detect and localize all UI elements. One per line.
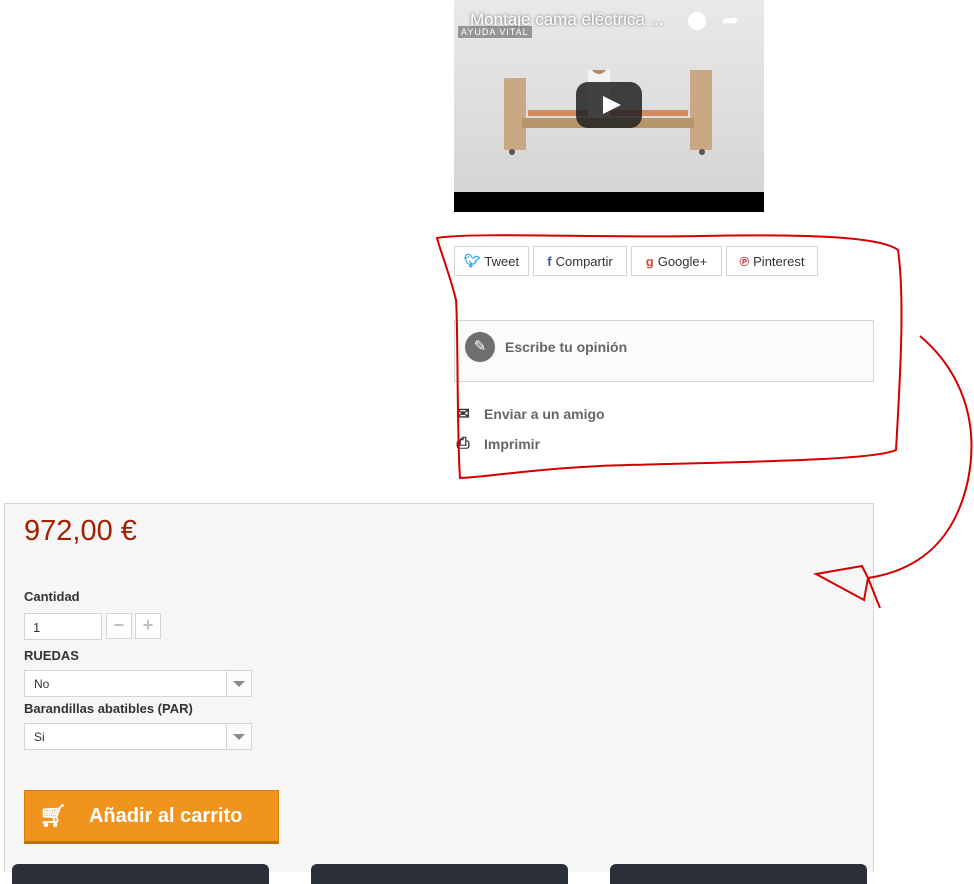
barandillas-select[interactable]: Si <box>24 723 252 750</box>
product-price: 972,00 € <box>24 515 137 547</box>
print-label: Imprimir <box>484 436 541 452</box>
thumbnail-3[interactable] <box>610 864 867 884</box>
quantity-increase-button[interactable]: + <box>135 613 161 639</box>
channel-logo: AYUDA VITAL <box>458 26 532 38</box>
quantity-decrease-button[interactable]: − <box>106 613 132 639</box>
thumbnail-1[interactable] <box>12 864 269 884</box>
ruedas-selected-value: No <box>34 677 50 691</box>
barandillas-label: Barandillas abatibles (PAR) <box>24 701 193 716</box>
quantity-label: Cantidad <box>24 589 80 604</box>
tweet-label: Tweet <box>484 253 520 269</box>
facebook-icon: f <box>547 253 552 269</box>
print-link[interactable]: ⎙ Imprimir <box>454 434 540 454</box>
ruedas-select[interactable]: No <box>24 670 252 697</box>
share-arrow-icon[interactable]: ➦ <box>722 8 739 33</box>
cart-icon: 🛒︎ <box>39 803 67 828</box>
watch-later-icon[interactable] <box>688 12 706 30</box>
send-to-friend-label: Enviar a un amigo <box>484 406 605 422</box>
barandillas-selected-value: Si <box>34 730 45 744</box>
write-review-button[interactable]: ✎ Escribe tu opinión <box>454 320 874 382</box>
video-player[interactable]: Montaje cama eléctrica ... AYUDA VITAL ➦ <box>454 0 764 212</box>
write-review-label: Escribe tu opinión <box>505 339 628 355</box>
chevron-down-icon[interactable] <box>226 724 251 749</box>
pencil-icon: ✎ <box>465 332 495 362</box>
pinterest-label: Pinterest <box>753 253 805 269</box>
thumbnail-2[interactable] <box>311 864 568 884</box>
compartir-label: Compartir <box>555 253 613 269</box>
pinterest-icon: ℗ <box>739 253 750 269</box>
google-plus-button[interactable]: g Google+ <box>631 246 722 276</box>
play-button[interactable] <box>576 82 642 128</box>
google-plus-icon: g <box>645 253 654 269</box>
send-to-friend-link[interactable]: ✉ Enviar a un amigo <box>454 404 605 424</box>
pinterest-button[interactable]: ℗ Pinterest <box>726 246 818 276</box>
tweet-button[interactable]: 🐦︎ Tweet <box>454 246 529 276</box>
printer-icon: ⎙ <box>456 435 470 452</box>
add-to-cart-label: Añadir al carrito <box>88 804 243 827</box>
envelope-icon: ✉ <box>456 406 470 423</box>
quantity-input[interactable]: 1 <box>24 613 102 640</box>
facebook-share-button[interactable]: f Compartir <box>533 246 627 276</box>
google-label: Google+ <box>657 253 708 269</box>
add-to-cart-button[interactable]: 🛒︎ Añadir al carrito <box>24 790 279 844</box>
ruedas-label: RUEDAS <box>24 648 79 663</box>
twitter-icon: 🐦︎ <box>463 253 481 268</box>
chevron-down-icon[interactable] <box>226 671 251 696</box>
